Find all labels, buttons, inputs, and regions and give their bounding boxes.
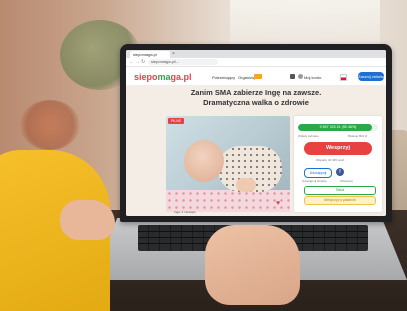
facebook-icon[interactable]: f	[336, 168, 344, 176]
donate-button[interactable]: Wesprzyj	[304, 142, 372, 155]
site-logo[interactable]: siepomaga.pl	[134, 72, 192, 82]
share-helper-text: Udostępnij zbiórkę	[302, 179, 327, 183]
photo-scene: siepomaga.pl × ← → ↻ siepomaga.pl/... si…	[0, 0, 407, 311]
background-lamp	[20, 100, 80, 150]
new-badge	[254, 74, 262, 79]
reload-icon[interactable]: ↻	[141, 59, 145, 65]
remaining-label: Brakuje 804 zł	[348, 134, 368, 138]
progress-text: 9 897 325 ZŁ (92.46%)	[319, 125, 357, 129]
tab-close-icon[interactable]: ×	[172, 51, 175, 57]
back-icon[interactable]: ←	[129, 59, 134, 65]
start-fundraiser-button[interactable]: Zacznij zbiórkę	[358, 72, 384, 81]
avatar-icon[interactable]	[298, 74, 303, 79]
heart-icon[interactable]: ♥	[276, 200, 280, 207]
donors-count: Wsparło 34 495 osób	[316, 158, 345, 162]
user-menu[interactable]: Mój konto	[304, 75, 321, 80]
baby-arm	[236, 178, 256, 192]
flag-icon[interactable]	[340, 74, 347, 81]
url-field[interactable]: siepomaga.pl/...	[148, 59, 218, 65]
right-hand	[205, 225, 300, 305]
nav-link-potrzebujacy[interactable]: Potrzebujący	[212, 75, 235, 80]
lock-icon	[290, 74, 295, 79]
follow-button[interactable]: Śledź	[304, 186, 376, 195]
laptop-screen: siepomaga.pl × ← → ↻ siepomaga.pl/... si…	[126, 50, 386, 216]
nav-link-organizuj[interactable]: Organizuj	[238, 75, 255, 80]
blanket	[166, 190, 290, 212]
fundraiser-headline: Zanim SMA zabierze Ingę na zawsze. Drama…	[190, 88, 322, 107]
baby-head	[184, 140, 224, 182]
left-hand	[60, 200, 115, 240]
promo-button[interactable]: Wesprzyj w pakiecie	[304, 196, 376, 205]
raised-label: Wpłaty zebrane	[298, 134, 319, 138]
laptop-lid: siepomaga.pl × ← → ↻ siepomaga.pl/... si…	[120, 44, 392, 222]
forward-icon[interactable]: →	[135, 59, 140, 65]
browser-tab[interactable]: siepomaga.pl	[130, 51, 170, 58]
urgent-badge: PILNE	[168, 118, 184, 124]
fundraiser-photo	[166, 116, 290, 212]
photo-caption: Inga, 4 miesiące	[174, 210, 196, 214]
follow-helper-text: Obserwuj	[340, 179, 353, 183]
share-button[interactable]: Udostępnij	[304, 168, 332, 178]
